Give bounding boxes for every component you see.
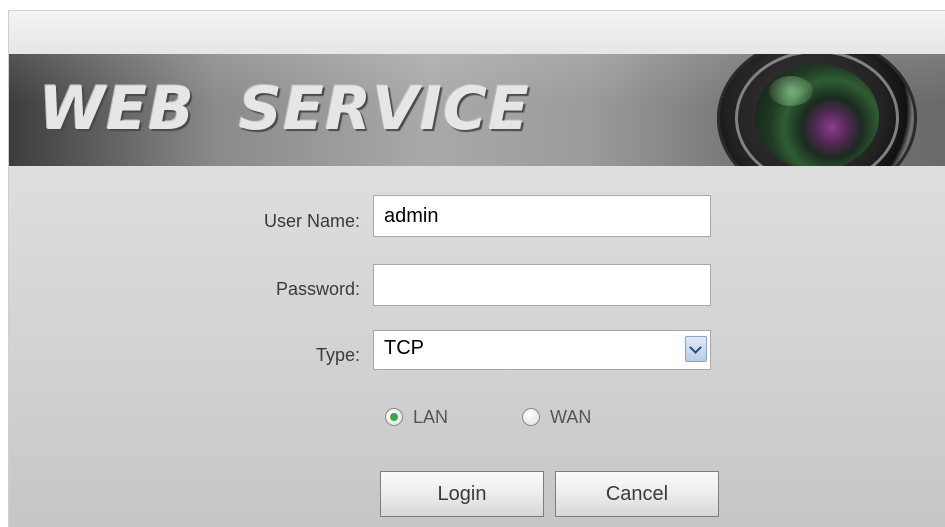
lens-glass (755, 64, 879, 166)
cancel-button[interactable]: Cancel (555, 471, 719, 517)
type-label: Type: (315, 345, 360, 365)
type-select-value: TCP (384, 337, 424, 359)
radio-wan-label: WAN (550, 406, 592, 427)
password-input[interactable] (373, 264, 711, 306)
radio-wan[interactable]: WAN (522, 401, 591, 433)
type-select[interactable]: TCP (373, 330, 711, 370)
top-strip (9, 11, 945, 54)
radio-wan-circle[interactable] (522, 408, 540, 426)
radio-lan-label: LAN (413, 406, 449, 427)
web-service-banner: WEB SERVICE (9, 54, 945, 166)
password-label: Password: (275, 279, 360, 299)
radio-lan-circle[interactable] (385, 408, 403, 426)
login-button[interactable]: Login (380, 471, 544, 517)
username-label: User Name: (263, 211, 360, 231)
chevron-down-icon[interactable] (685, 336, 707, 362)
banner-title: WEB SERVICE (39, 74, 530, 144)
radio-lan[interactable]: LAN (385, 401, 448, 433)
username-input[interactable] (373, 195, 711, 237)
lens-glare (769, 76, 813, 106)
